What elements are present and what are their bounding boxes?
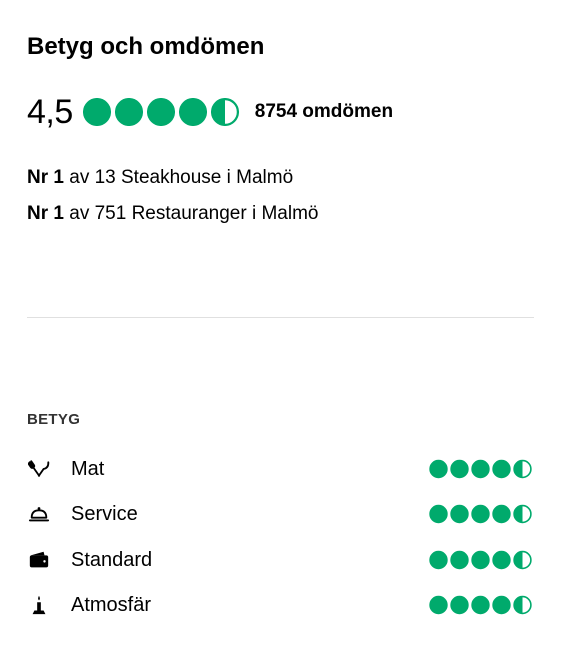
ranking-text: av 751 Restauranger i Malmö — [69, 203, 319, 224]
ranking-text: av 13 Steakhouse i Malmö — [69, 167, 294, 188]
overall-score: 4,5 — [27, 93, 73, 131]
rating-bubble-full — [492, 459, 511, 478]
review-count-link[interactable]: 8754 omdömen — [255, 90, 393, 134]
subratings-heading: BETYG — [27, 411, 81, 428]
divider — [27, 317, 534, 318]
candle-icon — [27, 593, 51, 617]
rating-bubble-full — [471, 459, 490, 478]
rating-bubble-full — [450, 596, 469, 615]
rating-bubble-full — [450, 550, 469, 569]
subratings-list: Mat Service Standard Atmosfär — [27, 446, 532, 628]
section-title: Betyg och omdömen — [27, 33, 265, 60]
subrating-service: Service — [27, 492, 532, 538]
rating-bubble-full — [178, 98, 207, 126]
service-bell-icon — [27, 502, 51, 526]
subrating-bubbles — [427, 550, 532, 569]
rating-bubble-full — [492, 550, 511, 569]
overall-bubble-rating — [82, 98, 243, 126]
subrating-food: Mat — [27, 446, 532, 492]
ranking-number: Nr 1 — [27, 203, 64, 224]
subrating-bubbles — [427, 459, 532, 478]
rating-bubble-full — [471, 596, 490, 615]
subrating-bubbles — [427, 596, 532, 615]
rating-bubble-full — [450, 505, 469, 524]
subrating-value: Standard — [27, 537, 532, 583]
rating-bubble-full — [450, 459, 469, 478]
ranking-restaurants[interactable]: Nr 1 av 751 Restauranger i Malmö — [27, 196, 319, 232]
rankings: Nr 1 av 13 Steakhouse i Malmö Nr 1 av 75… — [27, 160, 319, 232]
rating-bubble-full — [429, 505, 448, 524]
overall-rating: 4,5 8754 omdömen — [27, 90, 393, 134]
subrating-label: Standard — [71, 548, 153, 571]
subrating-atmosphere: Atmosfär — [27, 583, 532, 629]
rating-bubble-full — [146, 98, 175, 126]
rating-bubble-full — [492, 596, 511, 615]
wallet-icon — [27, 548, 51, 572]
subrating-bubbles — [427, 505, 532, 524]
rating-bubble-half — [513, 505, 532, 524]
ranking-number: Nr 1 — [27, 167, 64, 188]
subrating-label: Atmosfär — [71, 594, 152, 617]
utensils-icon — [27, 457, 51, 481]
subrating-label: Service — [71, 503, 138, 526]
rating-bubble-full — [114, 98, 143, 126]
rating-bubble-full — [429, 550, 448, 569]
rating-bubble-half — [513, 596, 532, 615]
rating-bubble-half — [513, 459, 532, 478]
rating-bubble-full — [471, 550, 490, 569]
ranking-steakhouse[interactable]: Nr 1 av 13 Steakhouse i Malmö — [27, 160, 319, 196]
rating-bubble-full — [429, 459, 448, 478]
rating-bubble-full — [82, 98, 111, 126]
subrating-label: Mat — [71, 457, 105, 480]
rating-bubble-half — [210, 98, 239, 126]
rating-bubble-half — [513, 550, 532, 569]
rating-bubble-full — [471, 505, 490, 524]
rating-bubble-full — [492, 505, 511, 524]
rating-bubble-full — [429, 596, 448, 615]
